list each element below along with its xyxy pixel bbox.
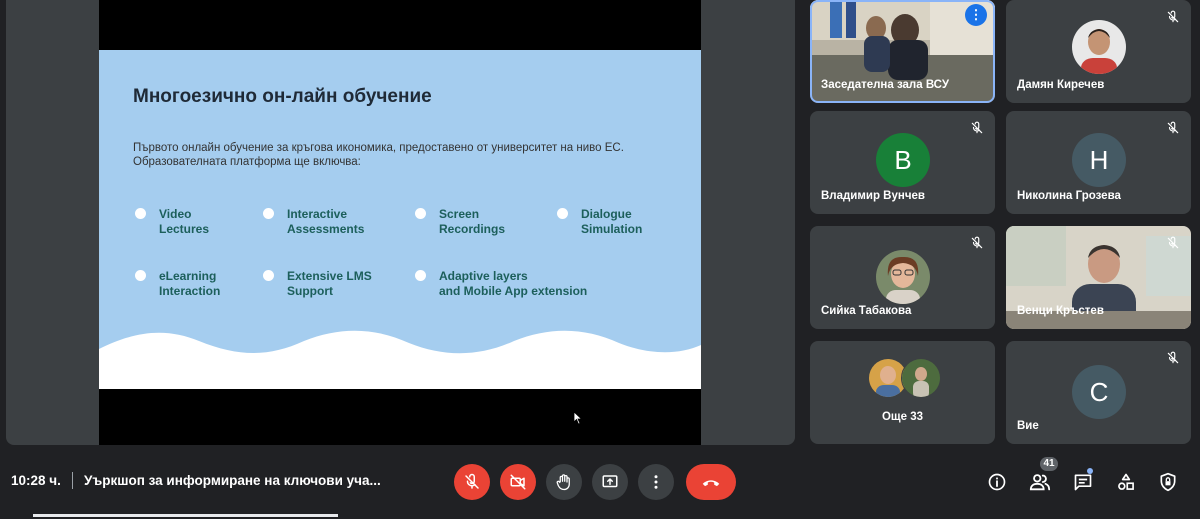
bullet-icon: [263, 270, 274, 281]
participant-tile[interactable]: Сийка Табакова: [810, 226, 995, 329]
info-icon: [988, 473, 1006, 491]
mic-off-icon: [1167, 351, 1179, 364]
participant-avatar: [876, 250, 930, 304]
more-options-button[interactable]: [638, 464, 674, 500]
people-icon: [1029, 474, 1051, 491]
hang-up-icon: [702, 480, 720, 487]
feature-item: Interactive Assessments: [263, 207, 364, 237]
wave-decoration: [99, 330, 701, 389]
feature-item: Video Lectures: [135, 207, 209, 237]
present-screen-icon: [602, 475, 618, 488]
feature-label: Screen Recordings: [439, 207, 506, 236]
chat-icon: [1074, 474, 1092, 491]
mic-off-icon: [1167, 236, 1179, 249]
mic-off-icon: [1167, 10, 1179, 23]
participant-avatar: [901, 358, 941, 398]
self-tile[interactable]: С Вие: [1006, 341, 1191, 444]
slide-title: Многоезично он-лайн обучение: [133, 86, 432, 107]
participant-name: Дамян Киречев: [1017, 79, 1105, 91]
divider: [72, 472, 73, 489]
activities-icon: [1118, 473, 1134, 490]
activities-button[interactable]: [1114, 470, 1138, 494]
bullet-icon: [415, 270, 426, 281]
participant-tile[interactable]: ⋮ Заседателна зала ВСУ: [810, 0, 995, 103]
feature-label: Extensive LMS Support: [287, 269, 372, 298]
slide-intro: Първото онлайн обучение за кръгова иконо…: [133, 142, 624, 168]
participant-tile[interactable]: Венци Кръстев: [1006, 226, 1191, 329]
feature-item: eLearning Interaction: [135, 269, 220, 299]
presentation-slide: Многоезично он-лайн обучение Първото онл…: [99, 50, 701, 389]
camera-off-icon: [510, 474, 526, 490]
mic-off-icon: [971, 121, 983, 134]
people-count-badge: 41: [1040, 457, 1058, 471]
leave-call-button[interactable]: [686, 464, 736, 500]
feature-item: Adaptive layers and Mobile App extension: [415, 269, 587, 299]
bullet-icon: [557, 208, 568, 219]
more-options-icon: [654, 475, 658, 489]
camera-button[interactable]: [500, 464, 536, 500]
feature-label: eLearning Interaction: [159, 269, 221, 298]
feature-label: Dialogue Simulation: [581, 207, 643, 236]
more-participants-tile[interactable]: Още 33: [810, 341, 995, 444]
participant-name: Сийка Табакова: [821, 305, 912, 317]
present-screen-button[interactable]: [592, 464, 628, 500]
feature-label: Adaptive layers and Mobile App extension: [439, 269, 588, 298]
mic-off-icon: [465, 473, 479, 489]
feature-label: Video Lectures: [159, 207, 210, 236]
participant-avatar: [1072, 20, 1126, 74]
participant-avatar: Н: [1072, 133, 1126, 187]
bullet-icon: [263, 208, 274, 219]
participant-tile[interactable]: В Владимир Вунчев: [810, 111, 995, 214]
participant-name: Венци Кръстев: [1017, 305, 1104, 317]
participant-name: Владимир Вунчев: [821, 190, 925, 202]
meeting-details-button[interactable]: [985, 470, 1009, 494]
feature-item: Screen Recordings: [415, 207, 505, 237]
participant-name: Николина Грозева: [1017, 190, 1121, 202]
participant-name: Заседателна зала ВСУ: [821, 79, 949, 91]
raise-hand-button[interactable]: [546, 464, 582, 500]
feature-item: Extensive LMS Support: [263, 269, 372, 299]
mic-off-icon: [971, 236, 983, 249]
people-button[interactable]: [1028, 470, 1052, 494]
participant-name: Вие: [1017, 420, 1039, 432]
raise-hand-icon: [556, 474, 570, 491]
bullet-icon: [135, 270, 146, 281]
mic-off-icon: [1167, 121, 1179, 134]
bullet-icon: [135, 208, 146, 219]
participant-avatar: С: [1072, 365, 1126, 419]
bullet-icon: [415, 208, 426, 219]
participant-avatar: В: [876, 133, 930, 187]
meeting-title: Уъркшоп за информиране на ключови уча...: [84, 473, 381, 488]
more-participants-label: Още 33: [881, 411, 924, 423]
participant-tile[interactable]: Дамян Киречев: [1006, 0, 1191, 103]
feature-label: Interactive Assessments: [287, 207, 365, 236]
microphone-button[interactable]: [454, 464, 490, 500]
host-controls-icon: [1160, 472, 1176, 492]
control-bar: 10:28 ч. Уъркшоп за информиране на ключо…: [0, 455, 1200, 519]
unread-indicator: [1087, 468, 1093, 474]
mouse-cursor-icon: [573, 411, 583, 425]
clock: 10:28 ч.: [11, 473, 61, 488]
host-controls-button[interactable]: [1156, 470, 1180, 494]
feature-item: Dialogue Simulation: [557, 207, 642, 237]
participant-tile[interactable]: Н Николина Грозева: [1006, 111, 1191, 214]
presentation-progress: [33, 514, 338, 517]
